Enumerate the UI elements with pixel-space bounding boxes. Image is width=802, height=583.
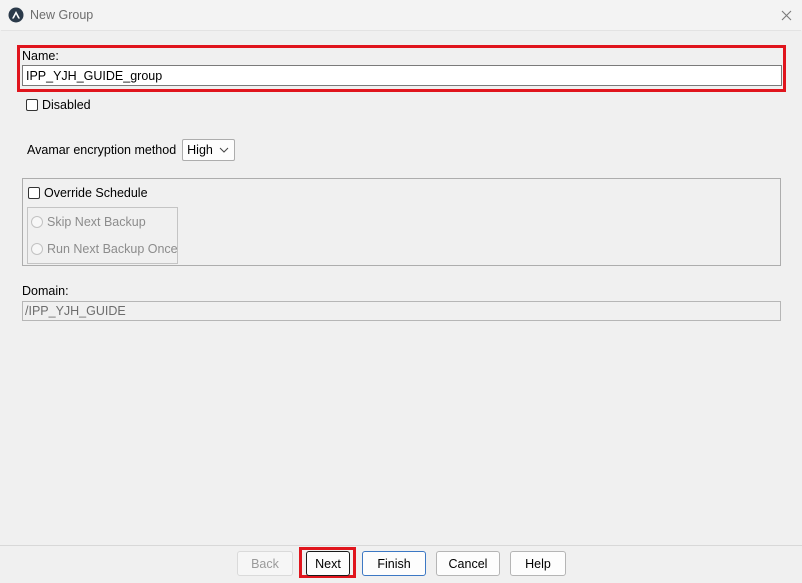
close-icon (781, 10, 791, 20)
title-bar: New Group (0, 0, 802, 30)
chevron-down-icon (219, 147, 229, 153)
close-button[interactable] (776, 5, 796, 25)
disabled-checkbox-row[interactable]: Disabled (26, 98, 91, 112)
disabled-label: Disabled (42, 98, 91, 112)
override-schedule-checkbox[interactable] (28, 187, 40, 199)
disabled-checkbox[interactable] (26, 99, 38, 111)
encryption-row: Avamar encryption method High (27, 139, 236, 161)
encryption-value: High (187, 143, 213, 157)
run-next-backup-once-radio[interactable] (31, 243, 43, 255)
override-schedule-label: Override Schedule (44, 186, 148, 200)
name-label: Name: (22, 49, 59, 63)
avamar-logo-icon (8, 7, 24, 23)
override-schedule-row[interactable]: Override Schedule (28, 186, 148, 200)
help-button[interactable]: Help (510, 551, 566, 576)
run-next-backup-once-label: Run Next Backup Once (47, 242, 178, 256)
run-next-backup-once-option[interactable]: Run Next Backup Once (31, 242, 178, 256)
name-input[interactable] (22, 65, 782, 86)
domain-label: Domain: (22, 284, 69, 298)
finish-button[interactable]: Finish (362, 551, 426, 576)
window-title: New Group (30, 8, 94, 22)
encryption-select[interactable]: High (182, 139, 236, 161)
skip-next-backup-option[interactable]: Skip Next Backup (31, 215, 146, 229)
back-button[interactable]: Back (237, 551, 293, 576)
domain-field: /IPP_YJH_GUIDE (22, 301, 781, 321)
next-button[interactable]: Next (306, 551, 350, 576)
skip-next-backup-radio[interactable] (31, 216, 43, 228)
skip-next-backup-label: Skip Next Backup (47, 215, 146, 229)
encryption-label: Avamar encryption method (27, 143, 177, 157)
dialog-content (1, 30, 801, 546)
cancel-button[interactable]: Cancel (436, 551, 500, 576)
